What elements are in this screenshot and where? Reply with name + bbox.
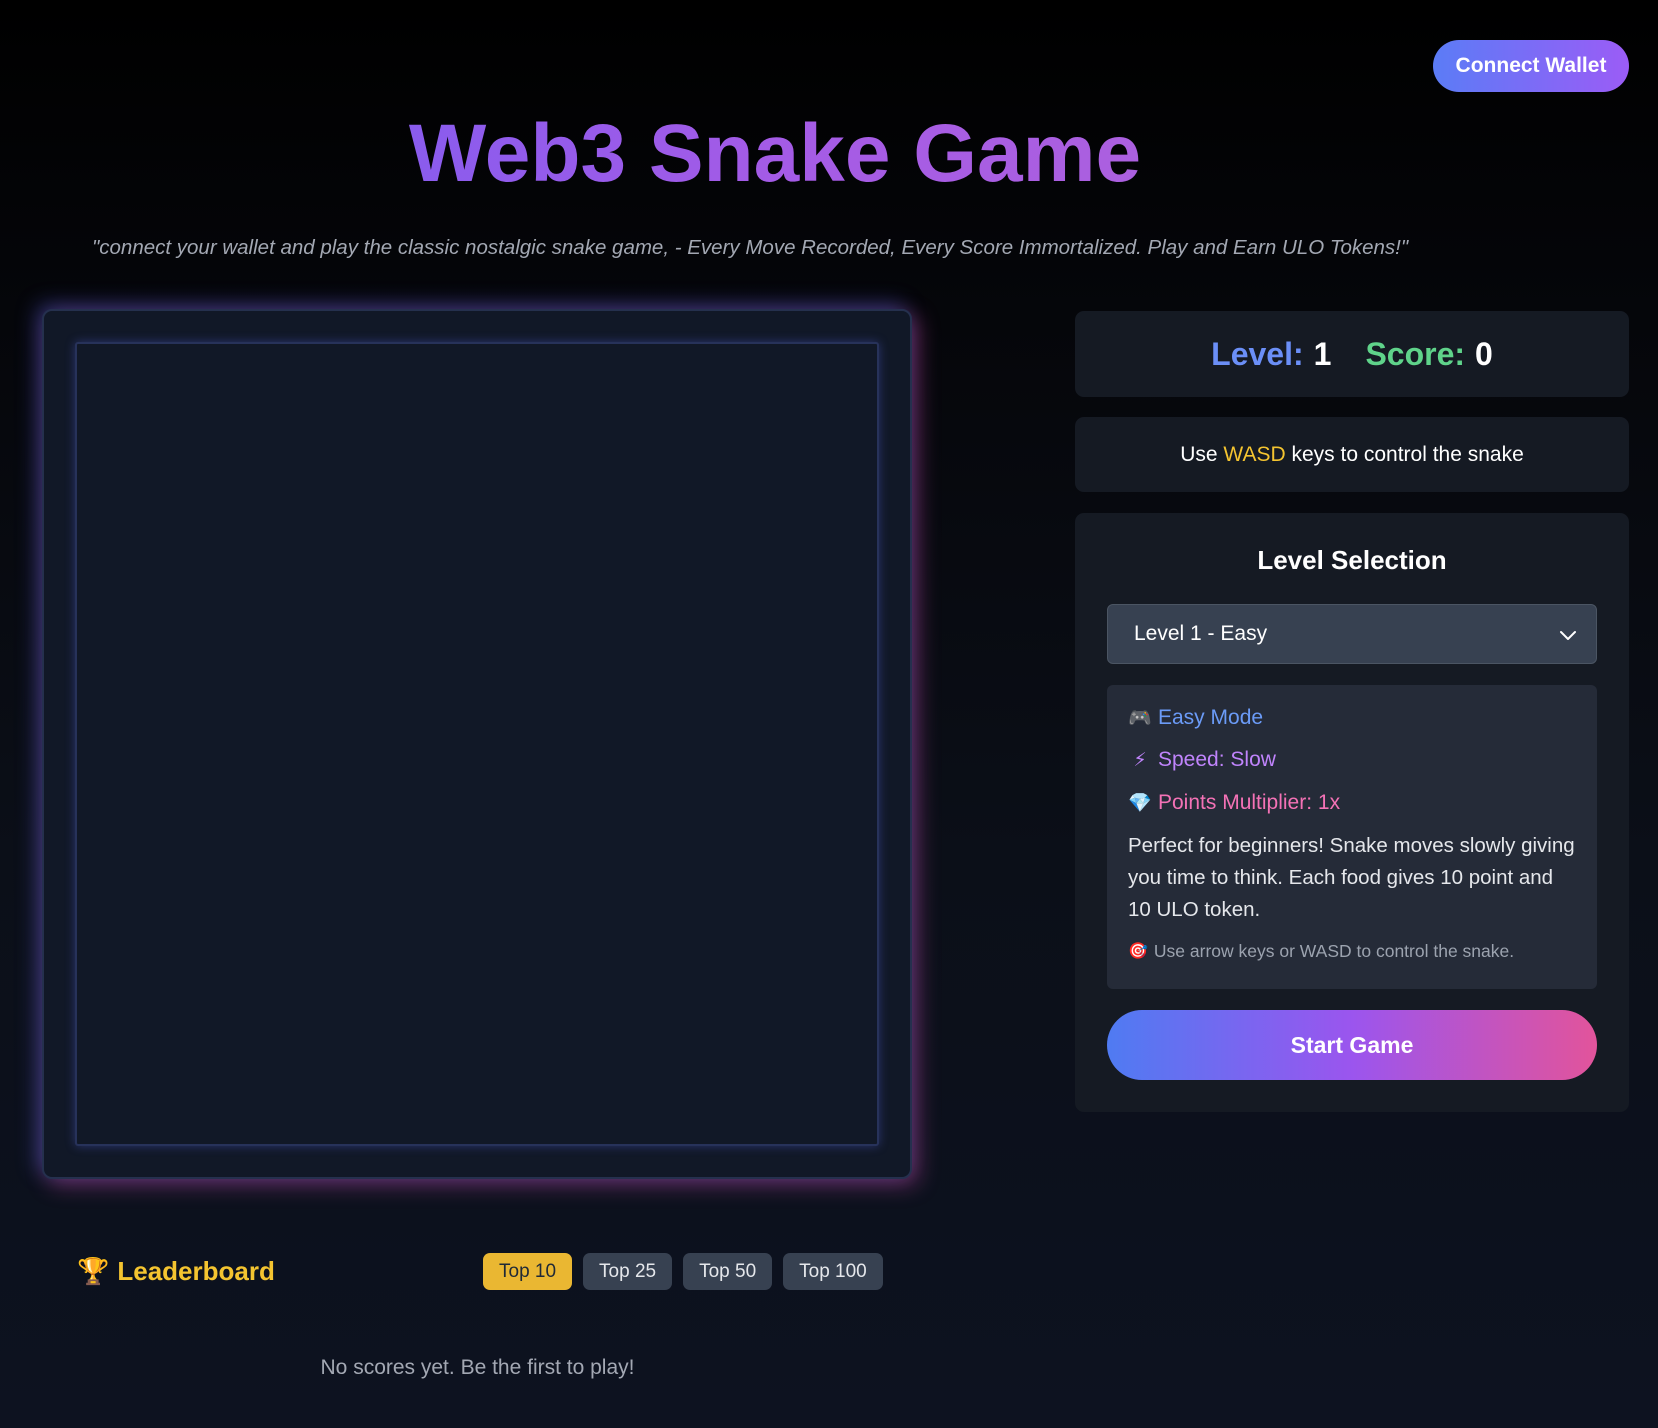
lightning-icon: ⚡ [1133,749,1147,771]
level-selection-panel: Level Selection Level 1 - Easy 🎮 Easy Mod… [1075,513,1629,1112]
multiplier-line: 💎 Points Multiplier: 1x [1128,789,1340,817]
tab-top-10[interactable]: Top 10 [483,1253,573,1290]
level-description: Perfect for beginners! Snake moves slowl… [1128,834,1575,921]
level-info-box: 🎮 Easy Mode ⚡ Speed: Slow 💎 Points Multipli… [1107,685,1597,989]
level-select[interactable]: Level 1 - Easy [1107,604,1597,664]
hint-key: WASD [1223,442,1286,466]
tab-top-50[interactable]: Top 50 [683,1253,773,1290]
score-stat: Score: 0 [1365,336,1492,373]
hint-suffix: keys to control the snake [1285,442,1524,466]
gem-icon: 💎 [1128,793,1152,814]
tab-top-100[interactable]: Top 100 [783,1253,883,1290]
leaderboard-tabs: Top 10 Top 25 Top 50 Top 100 [483,1253,883,1290]
leaderboard-empty-message: No scores yet. Be the first to play! [320,1356,635,1379]
controls-note: 🎯 Use arrow keys or WASD to control the s… [1128,938,1514,964]
controls-note-text: Use arrow keys or WASD to control the sn… [1153,940,1515,961]
level-stat: Level: 1 [1211,336,1331,373]
score-value: 0 [1475,335,1493,372]
start-game-button[interactable]: Start Game [1107,1010,1597,1080]
mode-text: Easy Mode [1158,706,1264,729]
game-controller-icon: 🎮 [1128,708,1152,729]
chevron-down-icon [1560,631,1576,640]
mode-line: 🎮 Easy Mode [1128,704,1263,732]
stats-panel: Level: 1 Score: 0 [1075,311,1629,397]
trophy-icon: 🏆 [77,1255,110,1286]
tab-top-25[interactable]: Top 25 [583,1253,673,1290]
tagline: "connect your wallet and play the classi… [92,236,1409,259]
leaderboard-title: 🏆 Leaderboard [77,1253,275,1289]
hint-prefix: Use [1180,442,1224,466]
multiplier-text: Points Multiplier: 1x [1158,791,1341,814]
speed-line: ⚡ Speed: Slow [1128,746,1276,774]
game-board-frame [42,309,912,1179]
speed-text: Speed: Slow [1158,748,1276,771]
level-value: 1 [1313,335,1332,372]
leaderboard-title-text: Leaderboard [117,1255,275,1286]
game-canvas[interactable] [75,342,879,1146]
connect-wallet-button[interactable]: Connect Wallet [1433,40,1629,92]
level-selection-heading: Level Selection [1257,545,1447,575]
target-icon: 🎯 [1128,943,1148,960]
level-select-value: Level 1 - Easy [1134,622,1268,645]
score-label: Score: [1365,335,1466,372]
page-title: Web3 Snake Game [0,98,1550,210]
level-label: Level: [1211,335,1304,372]
controls-hint-panel: Use WASD keys to control the snake [1075,417,1629,492]
